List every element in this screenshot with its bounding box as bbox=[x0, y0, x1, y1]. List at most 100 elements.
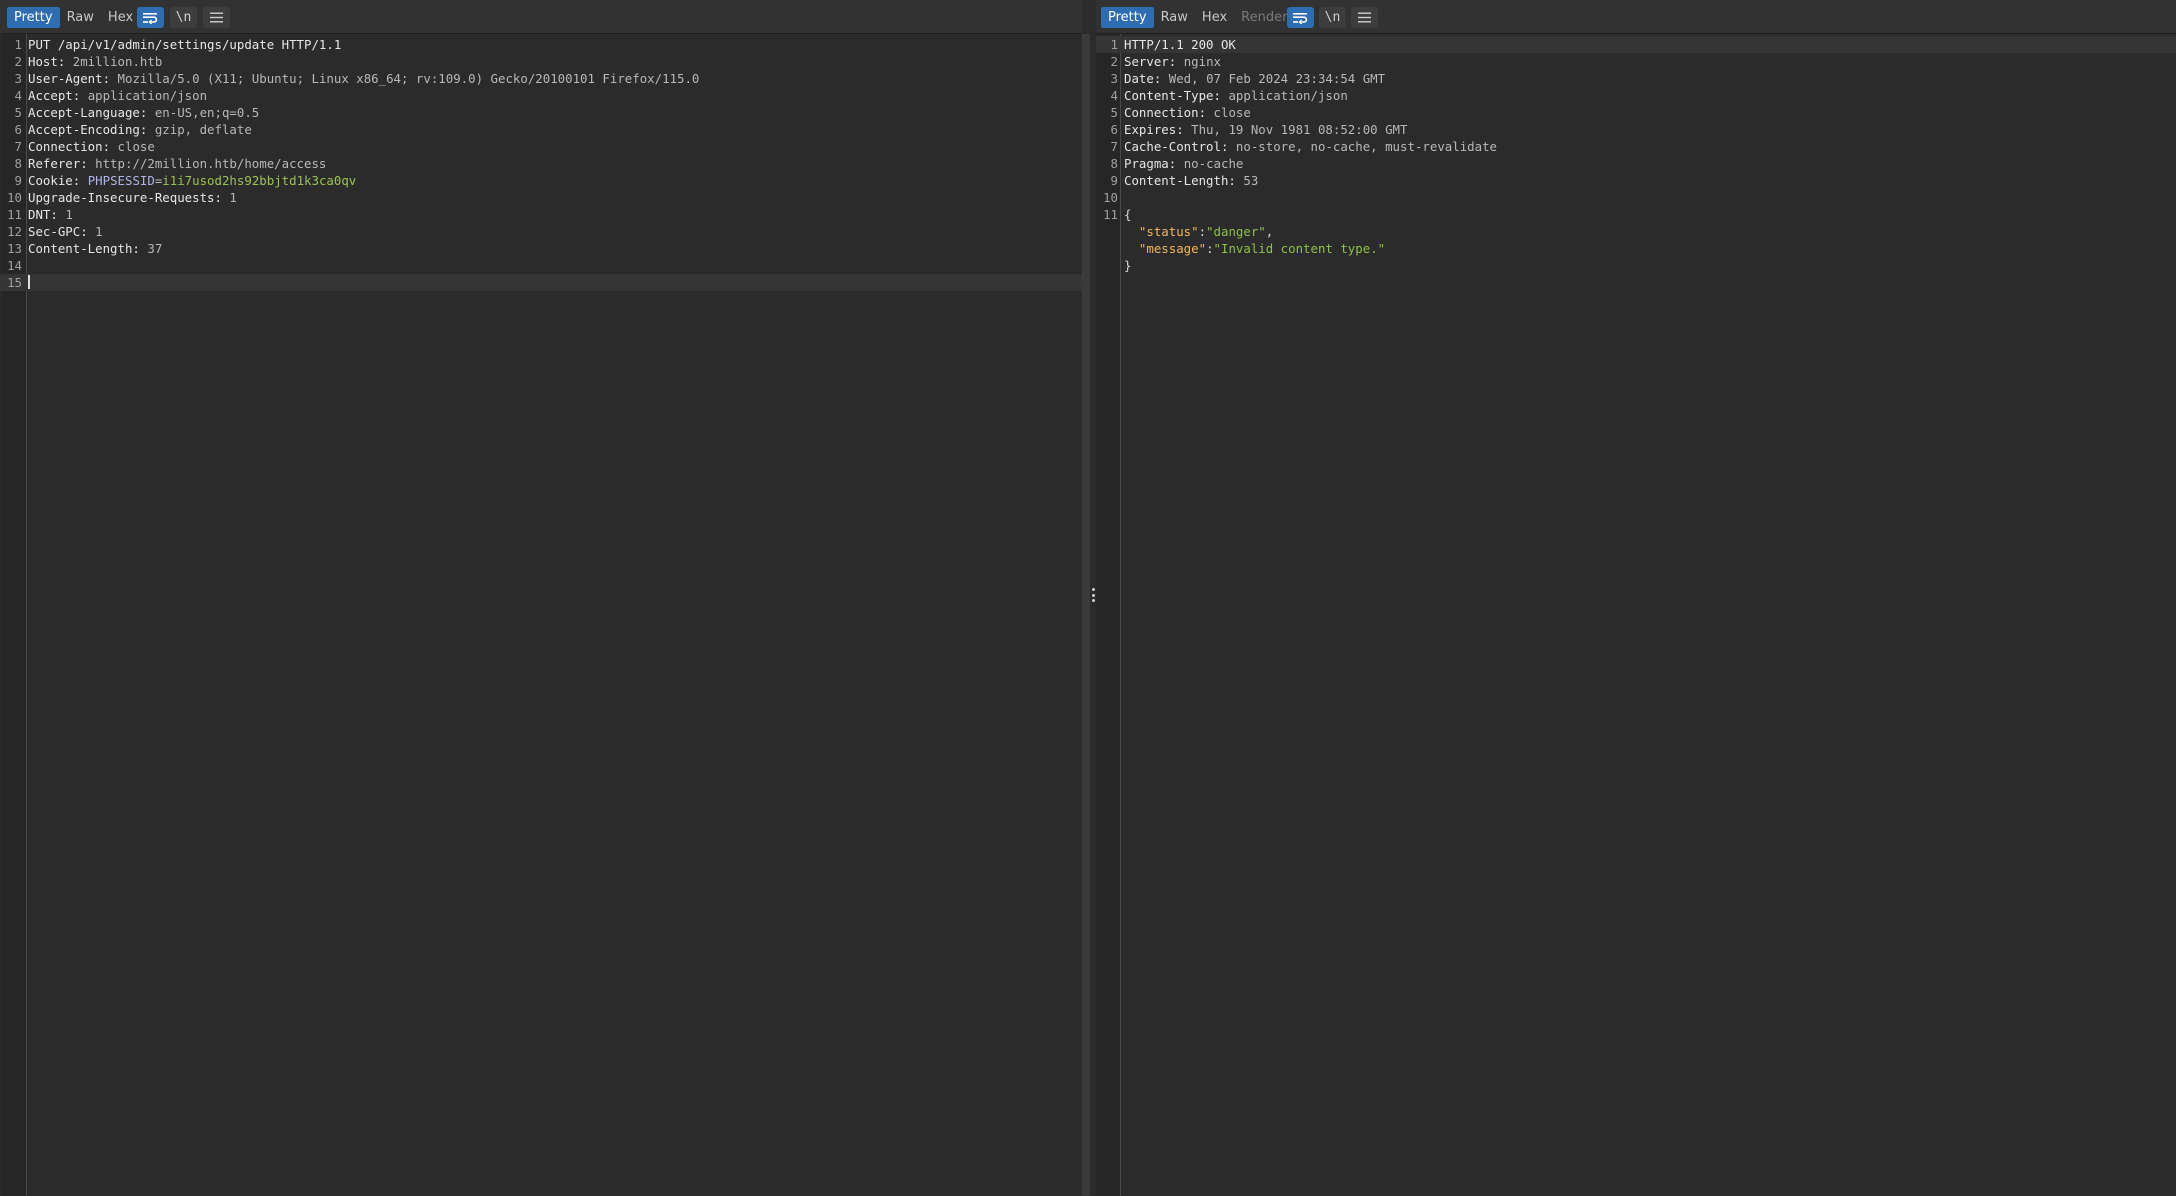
code-line[interactable]: 13 Content-Length: 37 bbox=[0, 240, 1082, 257]
splitter-grip-icon[interactable] bbox=[1091, 588, 1095, 602]
wrap-lines-icon bbox=[143, 12, 158, 24]
code-line[interactable]: 1 PUT /api/v1/admin/settings/update HTTP/… bbox=[0, 36, 1082, 53]
wrap-lines-button[interactable] bbox=[137, 7, 164, 28]
line-content: Content-Type: application/json bbox=[1124, 87, 1348, 104]
line-content: } bbox=[1124, 257, 1131, 274]
code-line[interactable]: 11 { bbox=[1096, 206, 2176, 223]
code-line[interactable]: 1 HTTP/1.1 200 OK bbox=[1096, 36, 2176, 53]
code-token: HTTP/1.1 200 OK bbox=[1124, 37, 1236, 52]
code-line[interactable]: 14 bbox=[0, 257, 1082, 274]
tab-hex[interactable]: Hex bbox=[101, 7, 140, 28]
code-token: "status" bbox=[1138, 224, 1199, 239]
menu-button[interactable] bbox=[1351, 7, 1378, 28]
code-line[interactable]: 3 Date: Wed, 07 Feb 2024 23:34:54 GMT bbox=[1096, 70, 2176, 87]
line-number: 8 bbox=[1110, 156, 1118, 171]
code-line[interactable]: 4 Content-Type: application/json bbox=[1096, 87, 2176, 104]
code-line[interactable]: 2 Server: nginx bbox=[1096, 53, 2176, 70]
code-line[interactable]: 7 Cache-Control: no-store, no-cache, must… bbox=[1096, 138, 2176, 155]
line-content: Pragma: no-cache bbox=[1124, 155, 1243, 172]
line-content: HTTP/1.1 200 OK bbox=[1124, 36, 1236, 53]
code-token: close bbox=[117, 139, 155, 154]
code-token: no-store, no-cache, must-revalidate bbox=[1235, 139, 1497, 154]
code-token: PUT /api/v1/admin/settings/update HTTP/1… bbox=[28, 37, 342, 52]
code-line[interactable]: 10 Upgrade-Insecure-Requests: 1 bbox=[0, 189, 1082, 206]
line-number: 6 bbox=[14, 122, 22, 137]
line-number: 5 bbox=[14, 105, 22, 120]
line-number: 2 bbox=[14, 54, 22, 69]
line-content: Content-Length: 37 bbox=[28, 240, 162, 257]
line-number: 4 bbox=[1110, 88, 1118, 103]
line-content: "message":"Invalid content type." bbox=[1124, 240, 1385, 257]
line-content: Server: nginx bbox=[1124, 53, 1221, 70]
code-token: Cookie: bbox=[28, 173, 88, 188]
http-message-editor: Pretty Raw Hex \n 1 PUT /api/v1/admin/se… bbox=[0, 0, 2176, 1196]
line-number: 7 bbox=[1110, 139, 1118, 154]
show-newlines-button[interactable]: \n bbox=[1319, 7, 1346, 28]
code-token: en-US,en;q=0.5 bbox=[154, 105, 260, 120]
tab-render[interactable]: Render bbox=[1234, 7, 1294, 28]
code-line[interactable]: "status":"danger", bbox=[1096, 223, 2176, 240]
code-token: nginx bbox=[1183, 54, 1221, 69]
code-token: Mozilla/5.0 (X11; Ubuntu; Linux x86_64; … bbox=[117, 71, 700, 86]
line-content: Connection: close bbox=[1124, 104, 1251, 121]
code-line[interactable]: 4 Accept: application/json bbox=[0, 87, 1082, 104]
newline-label: \n bbox=[1324, 10, 1341, 25]
tab-pretty[interactable]: Pretty bbox=[7, 7, 60, 28]
code-token: , bbox=[1265, 224, 1274, 239]
code-line[interactable]: 12 Sec-GPC: 1 bbox=[0, 223, 1082, 240]
code-line[interactable]: 5 Accept-Language: en-US,en;q=0.5 bbox=[0, 104, 1082, 121]
code-line[interactable]: 6 Accept-Encoding: gzip, deflate bbox=[0, 121, 1082, 138]
tab-hex[interactable]: Hex bbox=[1195, 7, 1234, 28]
line-number: 15 bbox=[7, 275, 22, 290]
line-content: Sec-GPC: 1 bbox=[28, 223, 103, 240]
line-number: 2 bbox=[1110, 54, 1118, 69]
code-line[interactable]: 6 Expires: Thu, 19 Nov 1981 08:52:00 GMT bbox=[1096, 121, 2176, 138]
code-line[interactable]: 2 Host: 2million.htb bbox=[0, 53, 1082, 70]
code-token: Upgrade-Insecure-Requests: bbox=[28, 190, 230, 205]
code-token: Wed, 07 Feb 2024 23:34:54 GMT bbox=[1168, 71, 1386, 86]
text-caret bbox=[28, 275, 30, 289]
line-content: Expires: Thu, 19 Nov 1981 08:52:00 GMT bbox=[1124, 121, 1407, 138]
menu-button[interactable] bbox=[203, 7, 230, 28]
tab-raw[interactable]: Raw bbox=[1154, 7, 1195, 28]
code-line[interactable]: "message":"Invalid content type." bbox=[1096, 240, 2176, 257]
line-content: Accept: application/json bbox=[28, 87, 207, 104]
line-content: DNT: 1 bbox=[28, 206, 73, 223]
show-newlines-button[interactable]: \n bbox=[170, 7, 197, 28]
tab-raw[interactable]: Raw bbox=[60, 7, 101, 28]
code-token: Content-Length: bbox=[28, 241, 148, 256]
code-token: 37 bbox=[147, 241, 163, 256]
code-line[interactable]: 8 Referer: http://2million.htb/home/acces… bbox=[0, 155, 1082, 172]
code-line[interactable]: 15 bbox=[0, 274, 1082, 291]
code-line[interactable]: 7 Connection: close bbox=[0, 138, 1082, 155]
response-toolbar: Pretty Raw Hex Render \n bbox=[1096, 0, 2176, 34]
line-content: { bbox=[1124, 206, 1131, 223]
code-line[interactable]: 10 bbox=[1096, 189, 2176, 206]
code-token: Sec-GPC: bbox=[28, 224, 96, 239]
wrap-lines-button[interactable] bbox=[1287, 7, 1314, 28]
code-line[interactable]: 11 DNT: 1 bbox=[0, 206, 1082, 223]
code-token: { bbox=[1124, 207, 1132, 222]
request-editor[interactable]: 1 PUT /api/v1/admin/settings/update HTTP/… bbox=[0, 34, 1082, 1196]
tab-pretty[interactable]: Pretty bbox=[1101, 7, 1154, 28]
code-token: 2million.htb bbox=[72, 54, 163, 69]
line-number: 9 bbox=[1110, 173, 1118, 188]
line-number: 12 bbox=[7, 224, 22, 239]
newline-label: \n bbox=[175, 10, 192, 25]
code-token: application/json bbox=[1228, 88, 1348, 103]
code-line[interactable]: 9 Content-Length: 53 bbox=[1096, 172, 2176, 189]
code-line[interactable]: 8 Pragma: no-cache bbox=[1096, 155, 2176, 172]
line-number: 10 bbox=[7, 190, 22, 205]
code-line[interactable]: 5 Connection: close bbox=[1096, 104, 2176, 121]
code-token: Connection: bbox=[1124, 105, 1214, 120]
code-line[interactable]: 9 Cookie: PHPSESSID=i1i7usod2hs92bbjtd1k3… bbox=[0, 172, 1082, 189]
line-number: 4 bbox=[14, 88, 22, 103]
code-line[interactable]: } bbox=[1096, 257, 2176, 274]
request-view-tabs: Pretty Raw Hex bbox=[7, 7, 140, 28]
line-number: 3 bbox=[1110, 71, 1118, 86]
response-editor[interactable]: 1 HTTP/1.1 200 OK 2 Server: nginx 3 Date: Wed… bbox=[1096, 34, 2176, 1196]
code-token: : bbox=[1198, 224, 1207, 239]
code-line[interactable]: 3 User-Agent: Mozilla/5.0 (X11; Ubuntu; L… bbox=[0, 70, 1082, 87]
line-number: 10 bbox=[1103, 190, 1118, 205]
